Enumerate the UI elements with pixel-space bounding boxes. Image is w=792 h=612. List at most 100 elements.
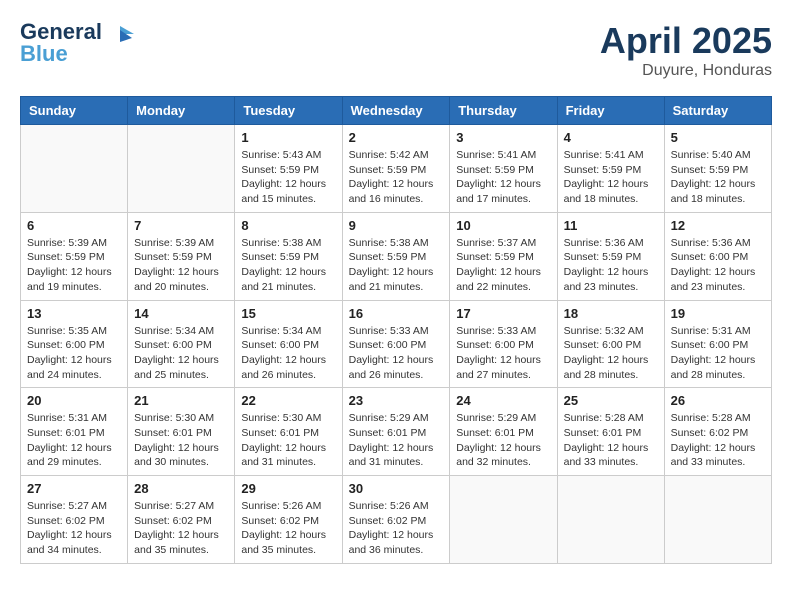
day-sun-info: Sunrise: 5:31 AMSunset: 6:00 PMDaylight:… xyxy=(671,324,765,383)
day-sun-info: Sunrise: 5:32 AMSunset: 6:00 PMDaylight:… xyxy=(564,324,658,383)
calendar-day-cell: 14 Sunrise: 5:34 AMSunset: 6:00 PMDayligh… xyxy=(128,300,235,388)
day-number: 21 xyxy=(134,393,228,408)
calendar-day-cell: 10 Sunrise: 5:37 AMSunset: 5:59 PMDayligh… xyxy=(450,212,557,300)
day-number: 12 xyxy=(671,218,765,233)
weekday-header-wednesday: Wednesday xyxy=(342,97,450,125)
calendar-day-cell xyxy=(557,476,664,564)
day-number: 28 xyxy=(134,481,228,496)
day-number: 16 xyxy=(349,306,444,321)
day-number: 4 xyxy=(564,130,658,145)
calendar-day-cell xyxy=(128,125,235,213)
day-sun-info: Sunrise: 5:33 AMSunset: 6:00 PMDaylight:… xyxy=(456,324,550,383)
calendar-week-row: 6 Sunrise: 5:39 AMSunset: 5:59 PMDaylight… xyxy=(21,212,772,300)
day-sun-info: Sunrise: 5:31 AMSunset: 6:01 PMDaylight:… xyxy=(27,411,121,470)
day-sun-info: Sunrise: 5:38 AMSunset: 5:59 PMDaylight:… xyxy=(241,236,335,295)
calendar-day-cell: 27 Sunrise: 5:27 AMSunset: 6:02 PMDayligh… xyxy=(21,476,128,564)
day-number: 24 xyxy=(456,393,550,408)
day-number: 10 xyxy=(456,218,550,233)
calendar-day-cell: 30Sunrise: 5:26 AMSunset: 6:02 PMDayligh… xyxy=(342,476,450,564)
day-number: 2 xyxy=(349,130,444,145)
day-sun-info: Sunrise: 5:37 AMSunset: 5:59 PMDaylight:… xyxy=(456,236,550,295)
month-title: April 2025 xyxy=(600,20,772,62)
calendar-day-cell: 18 Sunrise: 5:32 AMSunset: 6:00 PMDayligh… xyxy=(557,300,664,388)
calendar-week-row: 13Sunrise: 5:35 AMSunset: 6:00 PMDayligh… xyxy=(21,300,772,388)
calendar-day-cell: 29 Sunrise: 5:26 AMSunset: 6:02 PMDayligh… xyxy=(235,476,342,564)
logo-blue-text: Blue xyxy=(20,42,68,66)
day-sun-info: Sunrise: 5:40 AMSunset: 5:59 PMDaylight:… xyxy=(671,148,765,207)
weekday-header-sunday: Sunday xyxy=(21,97,128,125)
calendar-day-cell: 13Sunrise: 5:35 AMSunset: 6:00 PMDayligh… xyxy=(21,300,128,388)
day-number: 19 xyxy=(671,306,765,321)
day-number: 15 xyxy=(241,306,335,321)
calendar-header-row: SundayMondayTuesdayWednesdayThursdayFrid… xyxy=(21,97,772,125)
day-number: 6 xyxy=(27,218,121,233)
calendar-day-cell: 28 Sunrise: 5:27 AMSunset: 6:02 PMDayligh… xyxy=(128,476,235,564)
weekday-header-friday: Friday xyxy=(557,97,664,125)
calendar-week-row: 27 Sunrise: 5:27 AMSunset: 6:02 PMDayligh… xyxy=(21,476,772,564)
calendar-day-cell: 6 Sunrise: 5:39 AMSunset: 5:59 PMDaylight… xyxy=(21,212,128,300)
calendar-day-cell: 19 Sunrise: 5:31 AMSunset: 6:00 PMDayligh… xyxy=(664,300,771,388)
day-number: 18 xyxy=(564,306,658,321)
calendar-day-cell: 16 Sunrise: 5:33 AMSunset: 6:00 PMDayligh… xyxy=(342,300,450,388)
calendar-day-cell: 15Sunrise: 5:34 AMSunset: 6:00 PMDayligh… xyxy=(235,300,342,388)
calendar-day-cell: 11Sunrise: 5:36 AMSunset: 5:59 PMDayligh… xyxy=(557,212,664,300)
weekday-header-thursday: Thursday xyxy=(450,97,557,125)
day-sun-info: Sunrise: 5:29 AMSunset: 6:01 PMDaylight:… xyxy=(349,411,444,470)
day-sun-info: Sunrise: 5:41 AMSunset: 5:59 PMDaylight:… xyxy=(456,148,550,207)
page-header: General Blue April 2025 Duyure, Honduras xyxy=(20,20,772,80)
location-title: Duyure, Honduras xyxy=(600,62,772,80)
day-sun-info: Sunrise: 5:43 AMSunset: 5:59 PMDaylight:… xyxy=(241,148,335,207)
title-block: April 2025 Duyure, Honduras xyxy=(600,20,772,80)
day-sun-info: Sunrise: 5:38 AMSunset: 5:59 PMDaylight:… xyxy=(349,236,444,295)
calendar-day-cell: 1 Sunrise: 5:43 AMSunset: 5:59 PMDaylight… xyxy=(235,125,342,213)
calendar-day-cell: 8Sunrise: 5:38 AMSunset: 5:59 PMDaylight… xyxy=(235,212,342,300)
day-sun-info: Sunrise: 5:39 AMSunset: 5:59 PMDaylight:… xyxy=(134,236,228,295)
day-sun-info: Sunrise: 5:28 AMSunset: 6:01 PMDaylight:… xyxy=(564,411,658,470)
day-sun-info: Sunrise: 5:30 AMSunset: 6:01 PMDaylight:… xyxy=(134,411,228,470)
day-number: 25 xyxy=(564,393,658,408)
day-sun-info: Sunrise: 5:27 AMSunset: 6:02 PMDaylight:… xyxy=(27,499,121,558)
weekday-header-monday: Monday xyxy=(128,97,235,125)
logo: General Blue xyxy=(20,20,134,66)
day-number: 17 xyxy=(456,306,550,321)
calendar-day-cell: 21 Sunrise: 5:30 AMSunset: 6:01 PMDayligh… xyxy=(128,388,235,476)
day-number: 1 xyxy=(241,130,335,145)
day-sun-info: Sunrise: 5:30 AMSunset: 6:01 PMDaylight:… xyxy=(241,411,335,470)
calendar-day-cell: 22Sunrise: 5:30 AMSunset: 6:01 PMDayligh… xyxy=(235,388,342,476)
calendar-week-row: 1 Sunrise: 5:43 AMSunset: 5:59 PMDaylight… xyxy=(21,125,772,213)
calendar-day-cell xyxy=(450,476,557,564)
day-sun-info: Sunrise: 5:26 AMSunset: 6:02 PMDaylight:… xyxy=(241,499,335,558)
calendar-day-cell xyxy=(664,476,771,564)
day-sun-info: Sunrise: 5:34 AMSunset: 6:00 PMDaylight:… xyxy=(134,324,228,383)
calendar-day-cell: 23 Sunrise: 5:29 AMSunset: 6:01 PMDayligh… xyxy=(342,388,450,476)
day-sun-info: Sunrise: 5:27 AMSunset: 6:02 PMDaylight:… xyxy=(134,499,228,558)
calendar-table: SundayMondayTuesdayWednesdayThursdayFrid… xyxy=(20,96,772,564)
calendar-day-cell: 17 Sunrise: 5:33 AMSunset: 6:00 PMDayligh… xyxy=(450,300,557,388)
calendar-day-cell: 2 Sunrise: 5:42 AMSunset: 5:59 PMDaylight… xyxy=(342,125,450,213)
day-number: 23 xyxy=(349,393,444,408)
day-sun-info: Sunrise: 5:42 AMSunset: 5:59 PMDaylight:… xyxy=(349,148,444,207)
day-number: 27 xyxy=(27,481,121,496)
calendar-day-cell: 25 Sunrise: 5:28 AMSunset: 6:01 PMDayligh… xyxy=(557,388,664,476)
calendar-day-cell: 26Sunrise: 5:28 AMSunset: 6:02 PMDayligh… xyxy=(664,388,771,476)
day-number: 11 xyxy=(564,218,658,233)
calendar-day-cell: 24 Sunrise: 5:29 AMSunset: 6:01 PMDayligh… xyxy=(450,388,557,476)
calendar-day-cell: 12 Sunrise: 5:36 AMSunset: 6:00 PMDayligh… xyxy=(664,212,771,300)
day-sun-info: Sunrise: 5:39 AMSunset: 5:59 PMDaylight:… xyxy=(27,236,121,295)
day-sun-info: Sunrise: 5:41 AMSunset: 5:59 PMDaylight:… xyxy=(564,148,658,207)
day-number: 13 xyxy=(27,306,121,321)
day-sun-info: Sunrise: 5:36 AMSunset: 6:00 PMDaylight:… xyxy=(671,236,765,295)
day-number: 30 xyxy=(349,481,444,496)
calendar-day-cell: 9 Sunrise: 5:38 AMSunset: 5:59 PMDaylight… xyxy=(342,212,450,300)
day-sun-info: Sunrise: 5:33 AMSunset: 6:00 PMDaylight:… xyxy=(349,324,444,383)
day-number: 14 xyxy=(134,306,228,321)
weekday-header-saturday: Saturday xyxy=(664,97,771,125)
day-number: 29 xyxy=(241,481,335,496)
day-number: 7 xyxy=(134,218,228,233)
day-number: 9 xyxy=(349,218,444,233)
day-sun-info: Sunrise: 5:29 AMSunset: 6:01 PMDaylight:… xyxy=(456,411,550,470)
day-sun-info: Sunrise: 5:28 AMSunset: 6:02 PMDaylight:… xyxy=(671,411,765,470)
calendar-day-cell: 7 Sunrise: 5:39 AMSunset: 5:59 PMDaylight… xyxy=(128,212,235,300)
calendar-day-cell: 20Sunrise: 5:31 AMSunset: 6:01 PMDayligh… xyxy=(21,388,128,476)
calendar-week-row: 20Sunrise: 5:31 AMSunset: 6:01 PMDayligh… xyxy=(21,388,772,476)
